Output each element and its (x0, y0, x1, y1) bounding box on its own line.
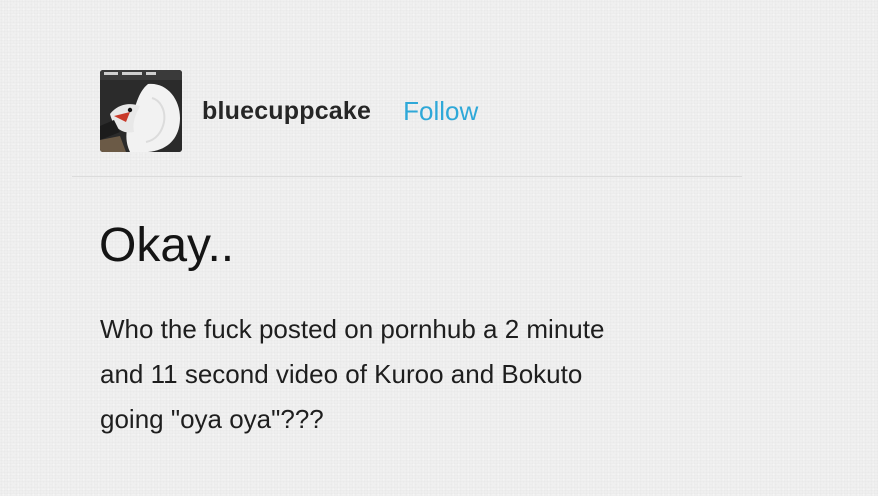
post-header: bluecuppcake Follow (100, 70, 478, 152)
post-card: bluecuppcake Follow Okay.. Who the fuck … (0, 0, 878, 496)
post-body-line: going "oya oya"??? (100, 404, 324, 434)
post-body-line: Who the fuck posted on pornhub a 2 minut… (100, 314, 605, 344)
bird-avatar-image (100, 70, 182, 152)
header-divider (72, 176, 742, 177)
post-body-line: and 11 second video of Kuroo and Bokuto (100, 359, 583, 389)
username[interactable]: bluecuppcake (202, 97, 371, 126)
follow-button[interactable]: Follow (403, 96, 478, 127)
post-title: Okay.. (99, 219, 235, 272)
post-body: Who the fuck posted on pornhub a 2 minut… (100, 307, 740, 442)
avatar[interactable] (100, 70, 182, 152)
